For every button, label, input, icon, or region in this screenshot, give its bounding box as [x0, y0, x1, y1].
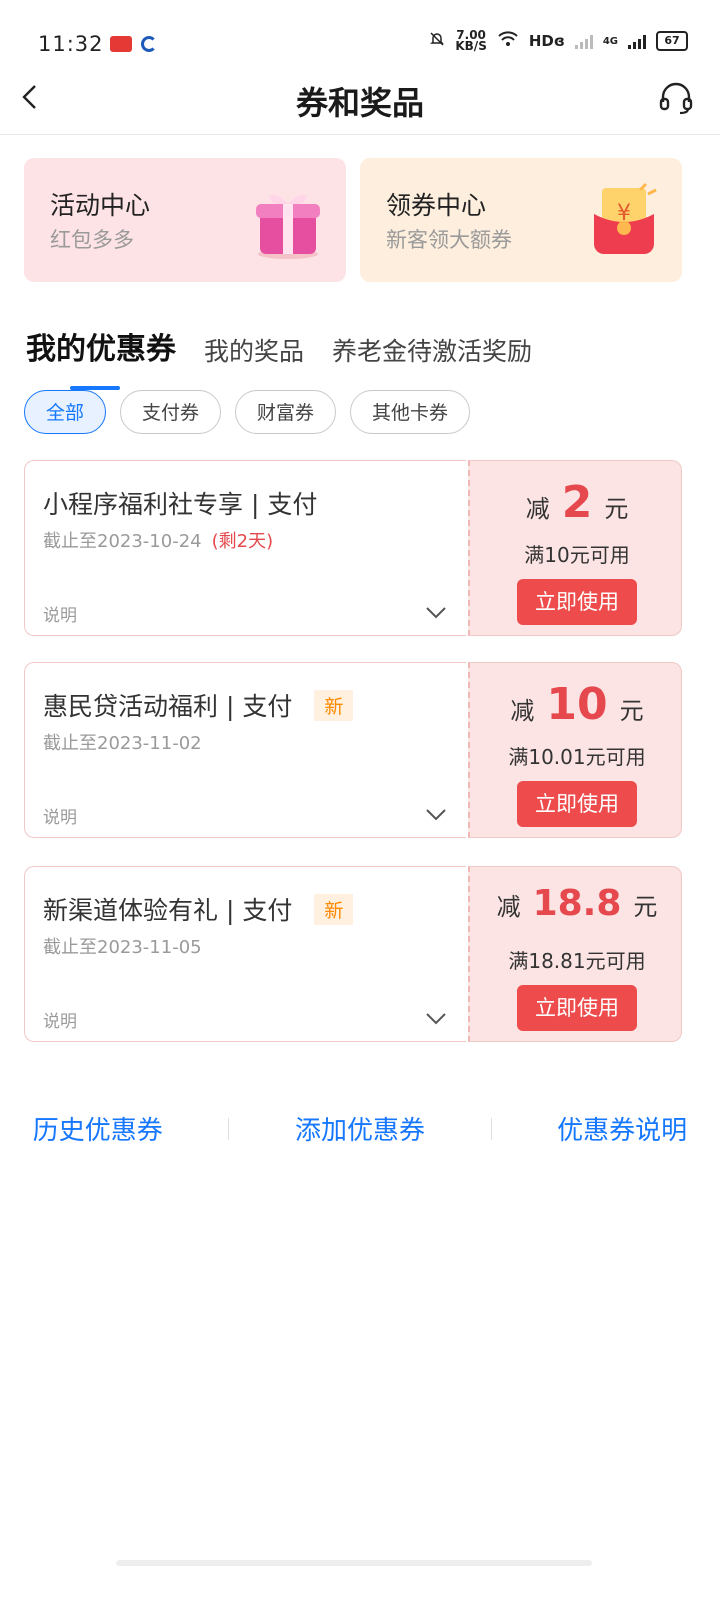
- home-indicator[interactable]: [116, 1560, 592, 1566]
- coupon-card: 新渠道体验有礼 | 支付新 截止至2023-11-05 说明 减 18.8 元 满1…: [24, 866, 682, 1042]
- card-subtitle: 新客领大额券: [386, 228, 512, 252]
- days-remaining: (剩2天): [211, 531, 274, 552]
- tab-pension-rewards[interactable]: 养老金待激活奖励: [332, 332, 532, 368]
- coupon-note[interactable]: 说明: [43, 803, 77, 828]
- chevron-down-icon[interactable]: [425, 807, 447, 821]
- coupon-center-card[interactable]: 领券中心 新客领大额券 ¥: [360, 158, 682, 282]
- coupon-value-panel: 减 18.8 元 满18.81元可用 立即使用: [468, 866, 682, 1042]
- coupon-info: 惠民贷活动福利 | 支付新 截止至2023-11-02 说明: [24, 662, 466, 838]
- nav-header: 券和奖品: [0, 62, 720, 135]
- status-icons: 7.00 KB/S HDɞ 4G 67: [429, 28, 688, 53]
- hd-label: HDɞ: [528, 32, 565, 50]
- signal-sim2-icon: [628, 33, 646, 49]
- card-title: 领券中心: [386, 191, 487, 220]
- signal-sim1-icon: [574, 33, 593, 49]
- filter-chips: 全部 支付券 财富券 其他卡券: [24, 390, 471, 434]
- coupon-name: 惠民贷活动福利 | 支付新: [43, 687, 354, 723]
- coupon-help-link[interactable]: 优惠券说明: [557, 1110, 687, 1147]
- gift-box-icon: [252, 182, 324, 260]
- coupon-name: 小程序福利社专享 | 支付: [43, 490, 318, 519]
- network-type: 4G: [602, 35, 618, 47]
- coupon-name: 新渠道体验有礼 | 支付新: [43, 891, 354, 927]
- coupon-value-panel: 减 10 元 满10.01元可用 立即使用: [468, 662, 682, 838]
- app-sync-icon: [141, 36, 157, 52]
- coupon-expiry: 截止至2023-10-24 (剩2天): [43, 531, 274, 552]
- status-time: 11:32: [38, 32, 104, 56]
- tab-my-coupons[interactable]: 我的优惠券: [26, 324, 176, 390]
- coupon-value-panel: 减2元 满10元可用 立即使用: [468, 460, 682, 636]
- chip-other-cards[interactable]: 其他卡券: [350, 390, 471, 434]
- history-coupons-link[interactable]: 历史优惠券: [33, 1110, 163, 1147]
- coupon-condition: 满10元可用: [524, 543, 630, 567]
- divider: [490, 1117, 492, 1140]
- mute-icon: [429, 31, 445, 51]
- battery-icon: 67: [656, 31, 688, 51]
- use-now-button[interactable]: 立即使用: [517, 985, 637, 1031]
- coupon-info: 新渠道体验有礼 | 支付新 截止至2023-11-05 说明: [24, 866, 466, 1042]
- card-title: 活动中心: [50, 191, 151, 220]
- coupon-amount: 减2元: [525, 477, 629, 528]
- coupon-expiry: 截止至2023-11-02: [43, 733, 202, 754]
- network-speed: 7.00 KB/S: [455, 28, 487, 53]
- use-now-button[interactable]: 立即使用: [517, 781, 637, 827]
- tab-my-prizes[interactable]: 我的奖品: [204, 332, 304, 368]
- chevron-down-icon[interactable]: [425, 1011, 447, 1025]
- page-title: 券和奖品: [295, 84, 424, 122]
- coupon-amount: 减 10 元: [510, 679, 644, 730]
- customer-service-icon[interactable]: [658, 80, 694, 116]
- activity-center-card[interactable]: 活动中心 红包多多: [24, 158, 346, 282]
- coupon-note[interactable]: 说明: [43, 601, 77, 626]
- coupon-amount: 减 18.8 元: [496, 883, 658, 924]
- coupon-card: 小程序福利社专享 | 支付 截止至2023-10-24 (剩2天) 说明 减2元 …: [24, 460, 682, 636]
- chip-wealth[interactable]: 财富券: [235, 390, 337, 434]
- new-badge: 新: [314, 893, 354, 925]
- coupon-info: 小程序福利社专享 | 支付 截止至2023-10-24 (剩2天) 说明: [24, 460, 466, 636]
- coupon-card: 惠民贷活动福利 | 支付新 截止至2023-11-02 说明 减 10 元 满10.…: [24, 662, 682, 838]
- new-badge: 新: [314, 689, 354, 721]
- divider: [228, 1117, 230, 1140]
- bottom-links: 历史优惠券 添加优惠券 优惠券说明: [0, 1110, 720, 1147]
- coupon-condition: 满10.01元可用: [508, 745, 646, 769]
- add-coupon-link[interactable]: 添加优惠券: [295, 1110, 425, 1147]
- chip-payment[interactable]: 支付券: [120, 390, 222, 434]
- chip-all[interactable]: 全部: [24, 390, 107, 434]
- red-envelope-icon: ¥: [588, 182, 660, 260]
- app-notification-icon: [110, 36, 132, 52]
- card-subtitle: 红包多多: [50, 228, 134, 252]
- chevron-down-icon[interactable]: [425, 605, 447, 619]
- status-bar: 11:32 7.00 KB/S HDɞ 4G 67: [0, 0, 720, 60]
- wifi-icon: [497, 31, 519, 51]
- coupon-note[interactable]: 说明: [43, 1007, 77, 1032]
- use-now-button[interactable]: 立即使用: [517, 579, 637, 625]
- coupon-tabs: 我的优惠券 我的奖品 养老金待激活奖励: [26, 324, 532, 390]
- coupon-condition: 满18.81元可用: [508, 949, 646, 973]
- coupon-expiry: 截止至2023-11-05: [43, 937, 202, 958]
